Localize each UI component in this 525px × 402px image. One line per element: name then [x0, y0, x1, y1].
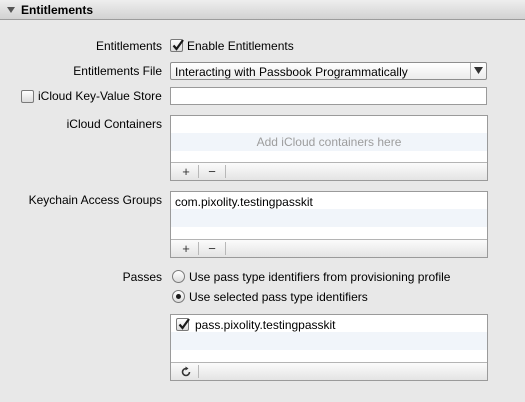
- pass-identifiers-list[interactable]: pass.pixolity.testingpasskit: [170, 314, 488, 381]
- entitlements-label: Entitlements: [95, 39, 162, 53]
- radio-provisioning-profile-label: Use pass type identifiers from provision…: [189, 270, 451, 284]
- pass-identifier-checkbox[interactable]: [176, 318, 190, 331]
- toolbar-divider: [198, 365, 199, 378]
- pass-identifier-label: pass.pixolity.testingpasskit: [195, 318, 336, 332]
- passes-label: Passes: [122, 270, 162, 284]
- icloud-containers-list[interactable]: Add iCloud containers here + −: [170, 115, 488, 181]
- refresh-button[interactable]: [175, 364, 197, 379]
- toolbar-divider: [198, 165, 199, 178]
- icloud-kv-checkbox[interactable]: [21, 90, 34, 103]
- add-keychain-button[interactable]: +: [175, 241, 197, 256]
- icloud-containers-label: iCloud Containers: [66, 117, 162, 131]
- remove-container-button[interactable]: −: [201, 164, 223, 179]
- keychain-item[interactable]: com.pixolity.testingpasskit: [175, 195, 313, 209]
- add-container-button[interactable]: +: [175, 164, 197, 179]
- toolbar-divider: [225, 242, 226, 255]
- checkmark-icon: [178, 318, 190, 330]
- keychain-list[interactable]: com.pixolity.testingpasskit + −: [170, 191, 488, 258]
- checkmark-icon: [172, 39, 184, 51]
- radio-selected-identifiers[interactable]: [172, 290, 185, 303]
- keychain-label: Keychain Access Groups: [28, 193, 162, 207]
- refresh-icon: [181, 366, 191, 377]
- icloud-containers-placeholder: Add iCloud containers here: [256, 135, 402, 149]
- remove-keychain-button[interactable]: −: [201, 241, 223, 256]
- enable-entitlements-checkbox[interactable]: [170, 39, 184, 52]
- entitlements-file-label: Entitlements File: [73, 64, 162, 78]
- toolbar-divider: [198, 242, 199, 255]
- keychain-toolbar: + −: [171, 239, 487, 257]
- list-row: [171, 209, 487, 227]
- disclosure-triangle-icon[interactable]: [6, 5, 16, 15]
- icloud-kv-label: iCloud Key-Value Store: [38, 89, 162, 103]
- list-row: [171, 332, 487, 350]
- icloud-kv-field[interactable]: [170, 87, 487, 105]
- radio-selected-dot: [176, 294, 181, 299]
- entitlements-file-popup[interactable]: Interacting with Passbook Programmatical…: [170, 62, 487, 80]
- pass-identifiers-toolbar: [171, 362, 487, 380]
- radio-selected-identifiers-label: Use selected pass type identifiers: [189, 290, 368, 304]
- popup-arrow: [470, 63, 486, 79]
- radio-provisioning-profile[interactable]: [172, 270, 185, 283]
- toolbar-divider: [225, 165, 226, 178]
- section-header[interactable]: Entitlements: [0, 0, 525, 20]
- enable-entitlements-label: Enable Entitlements: [187, 39, 294, 53]
- chevron-down-icon: [474, 67, 483, 74]
- entitlements-file-value: Interacting with Passbook Programmatical…: [175, 65, 408, 79]
- section-title: Entitlements: [21, 3, 94, 17]
- icloud-containers-toolbar: + −: [171, 162, 487, 180]
